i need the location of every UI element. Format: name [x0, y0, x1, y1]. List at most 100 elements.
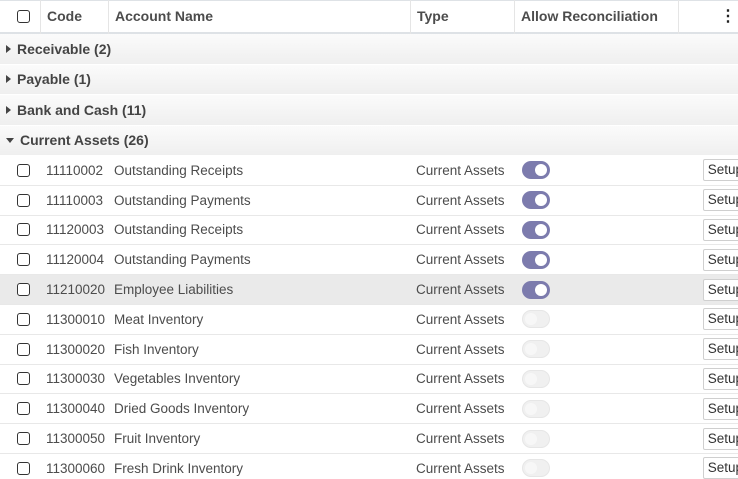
- column-header-account-name[interactable]: Account Name: [108, 0, 410, 34]
- caret-right-icon: [6, 75, 11, 84]
- row-select-cell: [0, 223, 40, 237]
- setup-button[interactable]: Setup: [702, 338, 738, 361]
- group-label: Bank and Cash (11): [17, 101, 147, 118]
- row-checkbox[interactable]: [17, 402, 30, 416]
- account-name: Fish Inventory: [114, 341, 199, 357]
- allow-reconciliation-toggle[interactable]: [522, 369, 550, 388]
- row-checkbox[interactable]: [17, 312, 30, 326]
- table-row[interactable]: 11210020 Employee Liabilities Current Asse…: [0, 275, 738, 305]
- table-row[interactable]: 11110003 Outstanding Payments Current Asse…: [0, 186, 738, 216]
- reconciliation-cell: [514, 191, 678, 210]
- setup-button[interactable]: Setup: [702, 397, 738, 420]
- column-header-code[interactable]: Code: [40, 0, 108, 34]
- allow-reconciliation-toggle[interactable]: [522, 220, 550, 239]
- account-type: Current Assets: [416, 371, 505, 387]
- row-checkbox[interactable]: [17, 372, 30, 386]
- table-row[interactable]: 11300060 Fresh Drink Inventory Current Ass…: [0, 454, 738, 479]
- setup-button[interactable]: Setup: [702, 308, 738, 331]
- select-all-checkbox[interactable]: [17, 10, 30, 23]
- row-action-cell: Setup: [678, 427, 738, 450]
- toggle-knob: [525, 372, 537, 385]
- setup-button[interactable]: Setup: [702, 427, 738, 450]
- allow-reconciliation-toggle[interactable]: [522, 280, 550, 299]
- toggle-knob: [525, 462, 537, 475]
- groups-container: Receivable (2) Payable (1) Bank and Cash…: [0, 34, 738, 156]
- group-row-payable[interactable]: Payable (1): [0, 64, 738, 95]
- account-type: Current Assets: [416, 460, 505, 476]
- account-name: Dried Goods Inventory: [114, 401, 250, 417]
- reconciliation-cell: [514, 250, 678, 269]
- allow-reconciliation-toggle[interactable]: [522, 399, 550, 418]
- rows-container: 11110002 Outstanding Receipts Current Asse…: [0, 156, 738, 479]
- accounts-list-view: Code Account Name Type Allow Reconciliat…: [0, 0, 738, 479]
- toggle-knob: [535, 164, 547, 177]
- row-checkbox[interactable]: [17, 163, 30, 177]
- account-name: Outstanding Receipts: [114, 162, 244, 178]
- row-checkbox[interactable]: [17, 193, 30, 207]
- group-row-bank-and-cash[interactable]: Bank and Cash (11): [0, 95, 738, 126]
- row-checkbox[interactable]: [17, 342, 30, 356]
- allow-reconciliation-toggle[interactable]: [522, 340, 550, 359]
- column-header-allow-reconciliation[interactable]: Allow Reconciliation: [514, 0, 678, 34]
- reconciliation-cell: [514, 280, 678, 299]
- row-select-cell: [0, 163, 40, 177]
- account-type: Current Assets: [416, 252, 505, 268]
- table-row[interactable]: 11300050 Fruit Inventory Current Assets Set…: [0, 424, 738, 454]
- table-row[interactable]: 11300030 Vegetables Inventory Current Asse…: [0, 365, 738, 395]
- row-action-cell: Setup: [678, 367, 738, 390]
- row-checkbox[interactable]: [17, 283, 30, 297]
- account-code: 11300030: [46, 371, 106, 387]
- account-type: Current Assets: [416, 222, 505, 238]
- account-code: 11300040: [46, 401, 106, 417]
- allow-reconciliation-toggle[interactable]: [522, 250, 550, 269]
- account-name: Meat Inventory: [114, 311, 204, 327]
- group-row-current-assets[interactable]: Current Assets (26): [0, 125, 738, 156]
- table-row[interactable]: 11120004 Outstanding Payments Current Asse…: [0, 245, 738, 276]
- row-select-cell: [0, 342, 40, 356]
- row-action-cell: Setup: [678, 338, 738, 361]
- toggle-knob: [535, 283, 547, 296]
- account-name: Fresh Drink Inventory: [114, 460, 244, 476]
- row-select-cell: [0, 432, 40, 446]
- table-row[interactable]: 11110002 Outstanding Receipts Current Asse…: [0, 156, 738, 186]
- row-checkbox[interactable]: [17, 432, 30, 446]
- column-header-type[interactable]: Type: [410, 0, 514, 34]
- group-label: Payable (1): [17, 71, 91, 88]
- setup-button[interactable]: Setup: [702, 189, 738, 212]
- setup-button[interactable]: Setup: [702, 159, 738, 182]
- group-row-receivable[interactable]: Receivable (2): [0, 34, 738, 65]
- reconciliation-cell: [514, 310, 678, 329]
- account-name: Fruit Inventory: [114, 431, 201, 447]
- reconciliation-cell: [514, 161, 678, 180]
- row-checkbox[interactable]: [17, 461, 30, 475]
- allow-reconciliation-toggle[interactable]: [522, 161, 550, 180]
- toggle-knob: [535, 253, 547, 266]
- toggle-knob: [525, 402, 537, 415]
- table-row[interactable]: 11300010 Meat Inventory Current Assets Setu…: [0, 305, 738, 335]
- setup-button[interactable]: Setup: [702, 367, 738, 390]
- setup-button[interactable]: Setup: [702, 248, 738, 271]
- row-select-cell: [0, 402, 40, 416]
- reconciliation-cell: [514, 369, 678, 388]
- allow-reconciliation-toggle[interactable]: [522, 191, 550, 210]
- account-code: 11120003: [46, 222, 105, 238]
- row-select-cell: [0, 253, 40, 267]
- row-checkbox[interactable]: [17, 223, 30, 237]
- vertical-dots-icon: ⋮: [720, 7, 736, 25]
- allow-reconciliation-toggle[interactable]: [522, 429, 550, 448]
- account-name: Employee Liabilities: [114, 282, 234, 298]
- table-row[interactable]: 11300020 Fish Inventory Current Assets Setu…: [0, 335, 738, 365]
- account-name: Outstanding Receipts: [114, 222, 244, 238]
- table-row[interactable]: 11120003 Outstanding Receipts Current Asse…: [0, 216, 738, 246]
- allow-reconciliation-toggle[interactable]: [522, 310, 550, 329]
- setup-button[interactable]: Setup: [702, 278, 738, 301]
- row-checkbox[interactable]: [17, 253, 30, 267]
- table-row[interactable]: 11300040 Dried Goods Inventory Current Ass…: [0, 394, 738, 425]
- allow-reconciliation-toggle[interactable]: [522, 459, 550, 478]
- row-action-cell: Setup: [678, 308, 738, 331]
- optional-columns-toggle[interactable]: ⋮: [678, 0, 738, 34]
- setup-button[interactable]: Setup: [702, 218, 738, 241]
- setup-button[interactable]: Setup: [702, 457, 738, 479]
- row-select-cell: [0, 372, 40, 386]
- toggle-knob: [525, 313, 537, 326]
